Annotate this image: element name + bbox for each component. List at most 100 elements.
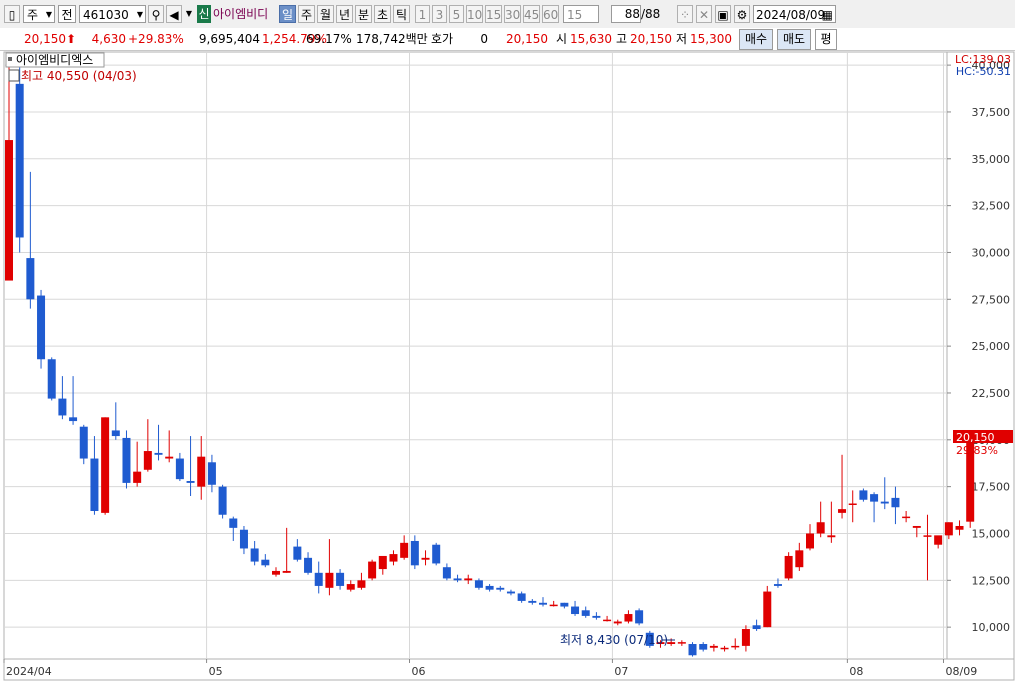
candle-body [90, 458, 99, 511]
x-tick-label: 05 [209, 665, 223, 678]
candle-body [763, 591, 772, 628]
low-annotation: 최저 8,430 (07/10) [560, 633, 668, 647]
candle-body [870, 494, 879, 502]
candle-body [934, 535, 943, 545]
candle [47, 357, 56, 401]
plot-area [3, 51, 948, 660]
candle [859, 488, 868, 502]
y-tick-label: 12,500 [972, 574, 1011, 587]
chart-title: 아이엠비디엑스 [16, 53, 93, 67]
y-tick-label: 37,500 [972, 106, 1011, 119]
x-tick-label: 08/09 [946, 665, 978, 678]
candle-body [592, 615, 601, 618]
x-tick-label: 2024/04 [6, 665, 52, 678]
candle [218, 484, 227, 519]
candle [784, 552, 793, 581]
candle-body [784, 555, 793, 579]
candle-body [859, 490, 868, 500]
candle-body [368, 561, 377, 579]
candle-body [506, 591, 515, 594]
price-axis-panel [946, 51, 1015, 660]
candle-body [741, 629, 750, 646]
candle-body [336, 572, 345, 586]
candle-body [624, 614, 633, 622]
y-tick-label: 27,500 [972, 293, 1011, 306]
candle-body [421, 557, 430, 560]
candle-body [400, 542, 409, 558]
candle-body [389, 554, 398, 562]
candle-body [699, 644, 708, 650]
candle-body [603, 619, 612, 622]
candle-body [773, 584, 782, 586]
title-marker-icon [8, 57, 12, 61]
candle-body [5, 140, 13, 281]
candle [101, 417, 110, 515]
candle-body [239, 529, 248, 549]
candle-body [304, 557, 313, 573]
candle-body [912, 525, 921, 528]
candle-body [549, 604, 558, 607]
candle-body [806, 533, 814, 549]
candle-body [485, 585, 494, 590]
y-tick-label: 32,500 [972, 200, 1011, 213]
candle-body [282, 570, 291, 573]
candle-body [795, 550, 804, 568]
candle-body [229, 518, 238, 528]
candle [79, 424, 88, 465]
candle-body [752, 625, 761, 630]
candle-body [667, 642, 676, 645]
candle-body [955, 525, 964, 530]
candle-body [250, 548, 259, 562]
candle-body [293, 546, 302, 560]
y-tick-label: 10,000 [972, 621, 1011, 634]
candle-body [571, 606, 580, 615]
candle-body [58, 398, 67, 416]
candle-body [827, 535, 836, 538]
candle [432, 542, 441, 566]
price-chart[interactable]: 10,00012,50015,00017,50020,00022,50025,0… [0, 0, 1015, 681]
candle-body [154, 452, 163, 455]
candle-body [709, 645, 718, 648]
candle [635, 608, 644, 626]
candle-body [79, 426, 88, 459]
candle-body [560, 602, 569, 607]
candle-body [314, 572, 323, 586]
candle-body [923, 535, 932, 537]
candle-body [37, 295, 46, 360]
candle-body [464, 578, 473, 581]
candle-body [346, 584, 355, 590]
candle-body [122, 437, 131, 483]
candle-body [47, 359, 56, 399]
candle-body [891, 497, 900, 508]
candle-body [944, 522, 953, 536]
candle-body [816, 522, 825, 534]
candle-body [101, 417, 110, 513]
candle [15, 65, 24, 253]
candle-body [15, 83, 24, 238]
candle-body [111, 430, 120, 437]
candle-body [848, 503, 857, 506]
candle-body [218, 486, 227, 515]
candle-body [581, 610, 590, 616]
candle-body [613, 621, 622, 624]
candle-body [207, 462, 216, 485]
current-pct-label: 29.83% [956, 444, 998, 457]
y-tick-label: 35,000 [972, 153, 1011, 166]
candle-body [272, 570, 280, 575]
candle [688, 642, 697, 657]
y-tick-label: 30,000 [972, 246, 1011, 259]
candle-body [731, 645, 740, 648]
candle-body [838, 509, 847, 513]
y-tick-label: 15,000 [972, 527, 1011, 540]
candle-body [378, 555, 387, 570]
hc-label: HC:-50.31 [956, 65, 1011, 78]
candle-body [635, 610, 644, 624]
candle-body [677, 642, 686, 644]
candle [368, 559, 377, 581]
candle-body [165, 456, 174, 459]
candle-body [528, 600, 537, 603]
candle-body [688, 644, 697, 656]
high-annotation: 최고 40,550 (04/03) [21, 69, 137, 83]
candle-body [442, 567, 451, 579]
candle-body [261, 559, 270, 566]
